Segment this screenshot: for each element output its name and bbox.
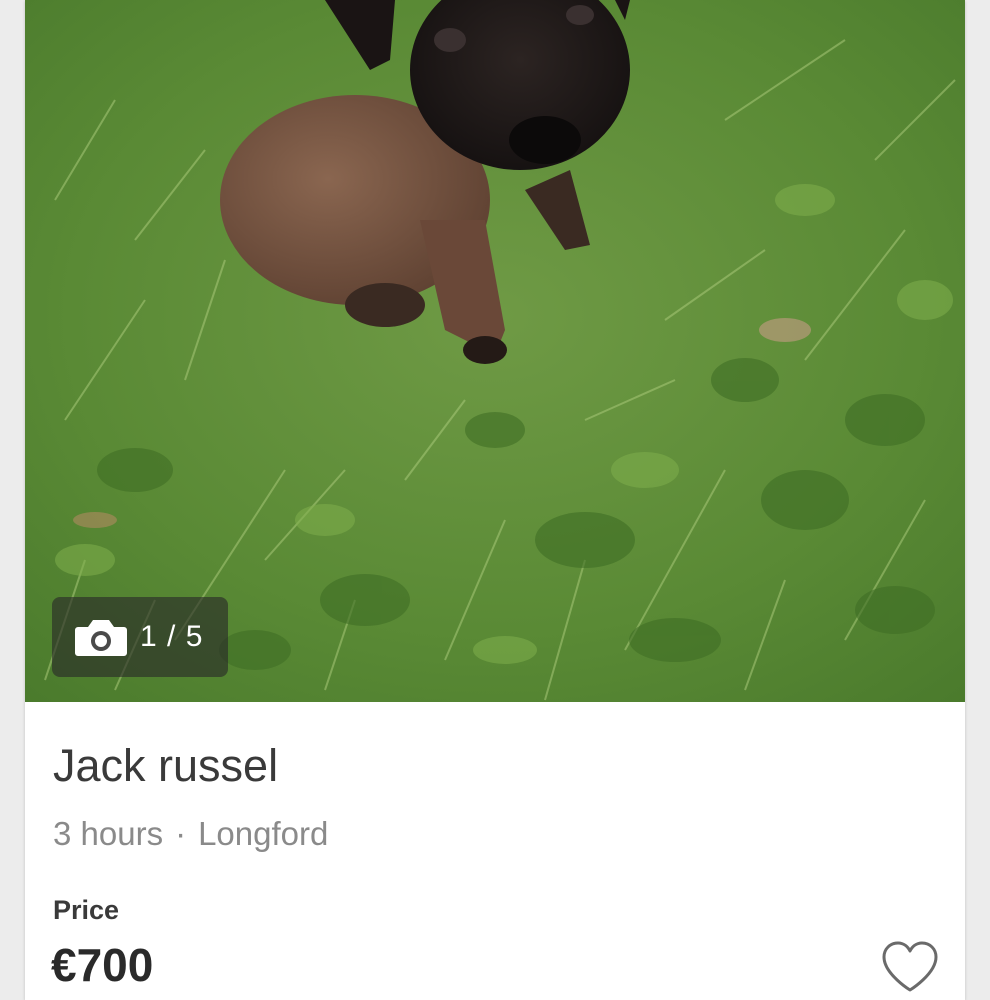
camera-icon <box>75 620 127 656</box>
meta-separator: · <box>175 815 187 852</box>
photo-counter-badge: 1 / 5 <box>52 597 228 677</box>
location: Longford <box>198 815 329 852</box>
photo-counter-text: 1 / 5 <box>140 620 204 653</box>
listing-title: Jack russel <box>53 740 279 791</box>
listing-photo[interactable]: 1 / 5 <box>25 0 965 702</box>
time-posted: 3 hours <box>53 815 164 852</box>
price-label: Price <box>53 895 120 925</box>
price-value: €700 <box>51 939 154 991</box>
listing-meta: 3 hours · Longford <box>53 815 328 853</box>
listing-card[interactable]: 1 / 5 Jack russel 3 hours · Longford Price… <box>25 0 965 1000</box>
heart-outline-icon[interactable] <box>880 940 940 996</box>
